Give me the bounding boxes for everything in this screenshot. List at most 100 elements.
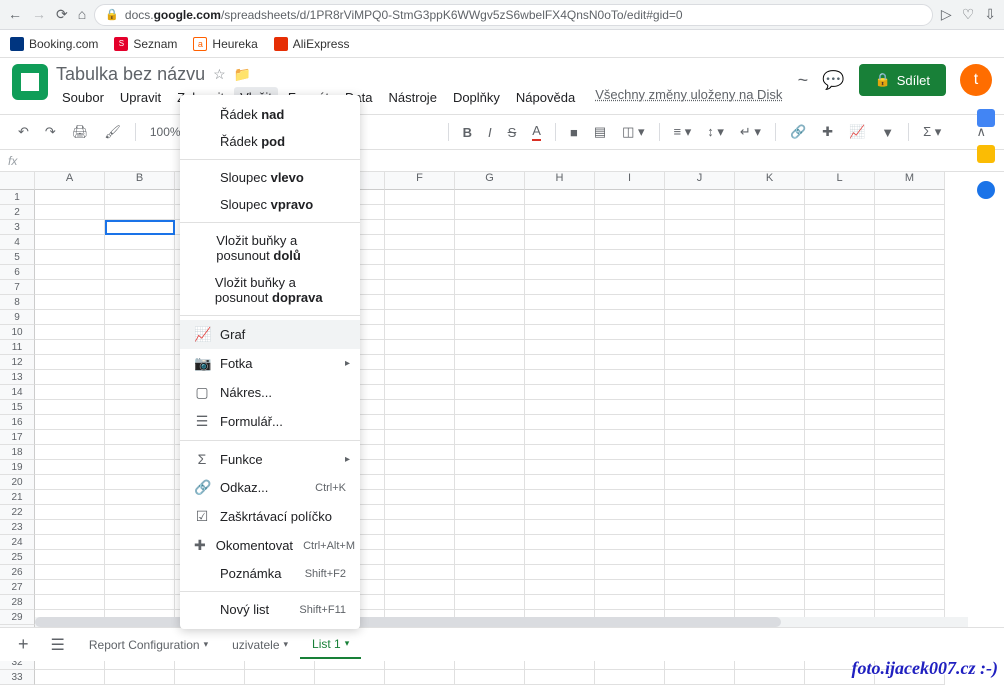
cell[interactable]	[455, 325, 525, 340]
cell[interactable]	[665, 520, 735, 535]
cell[interactable]	[385, 460, 455, 475]
cell[interactable]	[525, 385, 595, 400]
cell[interactable]	[105, 295, 175, 310]
cell[interactable]	[105, 580, 175, 595]
cell[interactable]	[735, 595, 805, 610]
add-sheet-button[interactable]: +	[8, 634, 39, 655]
menu-item[interactable]: ✚OkomentovatCtrl+Alt+M	[180, 531, 360, 560]
cell[interactable]	[875, 325, 945, 340]
cell[interactable]	[105, 430, 175, 445]
cell[interactable]	[525, 340, 595, 355]
row-header[interactable]: 8	[0, 295, 35, 310]
cell[interactable]	[595, 505, 665, 520]
cell[interactable]	[595, 325, 665, 340]
cell[interactable]	[525, 430, 595, 445]
row-header[interactable]: 1	[0, 190, 35, 205]
select-all-cell[interactable]	[0, 172, 35, 190]
cell[interactable]	[525, 580, 595, 595]
cell[interactable]	[385, 505, 455, 520]
chart-button[interactable]: 📈	[843, 120, 871, 144]
cell[interactable]	[875, 265, 945, 280]
comment-button[interactable]: ✚	[816, 120, 839, 144]
cell[interactable]	[385, 220, 455, 235]
cell[interactable]	[805, 355, 875, 370]
cell[interactable]	[735, 400, 805, 415]
cell[interactable]	[105, 190, 175, 205]
cell[interactable]	[525, 280, 595, 295]
cell[interactable]	[105, 670, 175, 685]
link-button[interactable]: 🔗	[784, 120, 812, 144]
cell[interactable]	[385, 535, 455, 550]
cell[interactable]	[805, 595, 875, 610]
cell[interactable]	[595, 520, 665, 535]
cell[interactable]	[735, 220, 805, 235]
cell[interactable]	[595, 400, 665, 415]
row-header[interactable]: 9	[0, 310, 35, 325]
cell[interactable]	[525, 445, 595, 460]
cell[interactable]	[105, 310, 175, 325]
cell[interactable]	[595, 595, 665, 610]
cell[interactable]	[385, 265, 455, 280]
menu-item[interactable]: 📈Graf	[180, 320, 360, 349]
cell[interactable]	[665, 580, 735, 595]
cell[interactable]	[35, 310, 105, 325]
home-icon[interactable]: ⌂	[78, 6, 86, 23]
cell[interactable]	[105, 460, 175, 475]
cell[interactable]	[315, 670, 385, 685]
cell[interactable]	[455, 205, 525, 220]
cell[interactable]	[385, 370, 455, 385]
row-header[interactable]: 4	[0, 235, 35, 250]
cell[interactable]	[665, 385, 735, 400]
cell[interactable]	[455, 220, 525, 235]
cell[interactable]	[665, 250, 735, 265]
cell[interactable]	[455, 235, 525, 250]
cell[interactable]	[665, 430, 735, 445]
cell[interactable]	[735, 490, 805, 505]
cell[interactable]	[595, 295, 665, 310]
borders-button[interactable]: ▤	[588, 120, 612, 144]
menu-nápověda[interactable]: Nápověda	[510, 87, 581, 108]
cell[interactable]	[385, 250, 455, 265]
cell[interactable]	[665, 400, 735, 415]
menu-item[interactable]: ΣFunkce▸	[180, 445, 360, 473]
cell[interactable]	[455, 430, 525, 445]
row-header[interactable]: 19	[0, 460, 35, 475]
cell[interactable]	[455, 190, 525, 205]
back-icon[interactable]: ←	[8, 6, 22, 23]
cell[interactable]	[35, 370, 105, 385]
cell[interactable]	[665, 325, 735, 340]
cell[interactable]	[735, 445, 805, 460]
cell[interactable]	[665, 490, 735, 505]
cell[interactable]	[595, 565, 665, 580]
cell[interactable]	[525, 460, 595, 475]
col-header-I[interactable]: I	[595, 172, 665, 190]
row-header[interactable]: 13	[0, 370, 35, 385]
cell[interactable]	[105, 565, 175, 580]
cell[interactable]	[735, 205, 805, 220]
cell[interactable]	[35, 460, 105, 475]
cell[interactable]	[385, 520, 455, 535]
cell[interactable]	[735, 430, 805, 445]
cell[interactable]	[35, 550, 105, 565]
cell[interactable]	[525, 205, 595, 220]
cell[interactable]	[525, 475, 595, 490]
col-header-G[interactable]: G	[455, 172, 525, 190]
cell[interactable]	[805, 460, 875, 475]
cell[interactable]	[455, 415, 525, 430]
cell[interactable]	[875, 520, 945, 535]
trend-icon[interactable]: ~	[798, 70, 809, 91]
cell[interactable]	[665, 205, 735, 220]
cell[interactable]	[875, 490, 945, 505]
menu-item[interactable]: Vložit buňky a posunout dolů	[180, 227, 360, 269]
undo-button[interactable]: ↶	[12, 120, 35, 144]
cell[interactable]	[455, 550, 525, 565]
cell[interactable]	[455, 265, 525, 280]
cell[interactable]	[105, 235, 175, 250]
bookmark-aliexpress[interactable]: AliExpress	[274, 37, 350, 51]
cell[interactable]	[805, 310, 875, 325]
cell[interactable]	[805, 490, 875, 505]
cell[interactable]	[805, 505, 875, 520]
cell[interactable]	[455, 355, 525, 370]
cell[interactable]	[595, 385, 665, 400]
cell[interactable]	[665, 220, 735, 235]
